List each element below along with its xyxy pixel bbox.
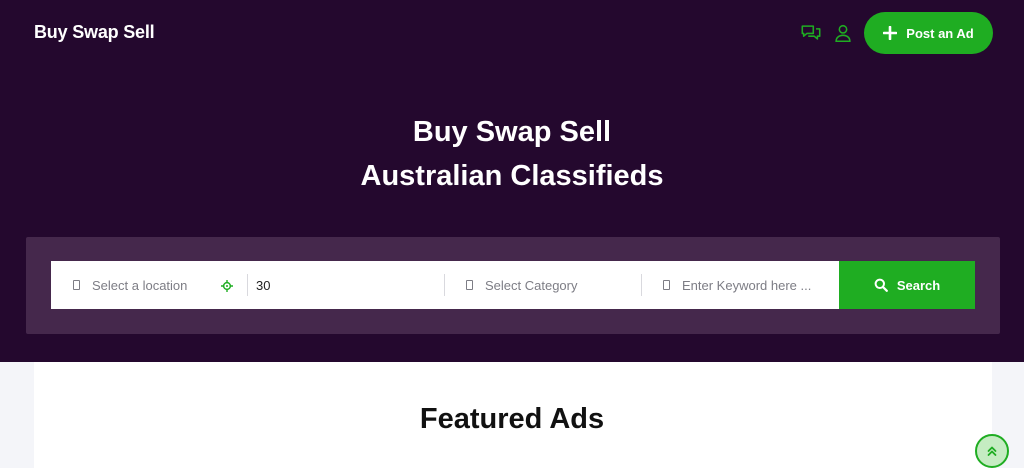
location-select[interactable]: Select a location [73, 261, 223, 309]
search-button[interactable]: Search [839, 261, 975, 309]
user-icon[interactable] [832, 22, 854, 44]
divider [247, 274, 248, 296]
featured-ads-title: Featured Ads [419, 403, 605, 435]
site-logo[interactable]: Buy Swap Sell [34, 22, 155, 43]
location-placeholder: Select a location [92, 277, 188, 293]
keyword-icon [663, 280, 670, 290]
plus-icon [883, 26, 898, 40]
category-placeholder: Select Category [485, 277, 578, 293]
search-icon [874, 278, 888, 292]
post-ad-button[interactable]: Post an Ad [864, 12, 993, 54]
category-select[interactable]: Select Category [466, 261, 636, 309]
radius-input[interactable]: 30 [256, 261, 436, 309]
keyword-input[interactable]: Enter Keyword here ... [663, 261, 833, 309]
category-icon [466, 280, 473, 290]
hero-title-line2: Australian Classifieds [360, 160, 664, 192]
double-chevron-up-icon [987, 446, 997, 456]
radius-value: 30 [256, 277, 271, 293]
post-ad-label: Post an Ad [906, 25, 974, 41]
divider [444, 274, 445, 296]
keyword-placeholder: Enter Keyword here ... [682, 277, 812, 293]
search-bar: Select a location 30 Select Category Ent… [51, 261, 839, 309]
scroll-to-top-button[interactable] [975, 434, 1009, 468]
location-icon [73, 280, 80, 290]
divider [641, 274, 642, 296]
search-button-label: Search [896, 277, 941, 293]
hero-title-line1: Buy Swap Sell [412, 116, 612, 148]
chat-bubbles-icon[interactable] [800, 22, 822, 44]
crosshair-icon[interactable] [221, 279, 233, 292]
